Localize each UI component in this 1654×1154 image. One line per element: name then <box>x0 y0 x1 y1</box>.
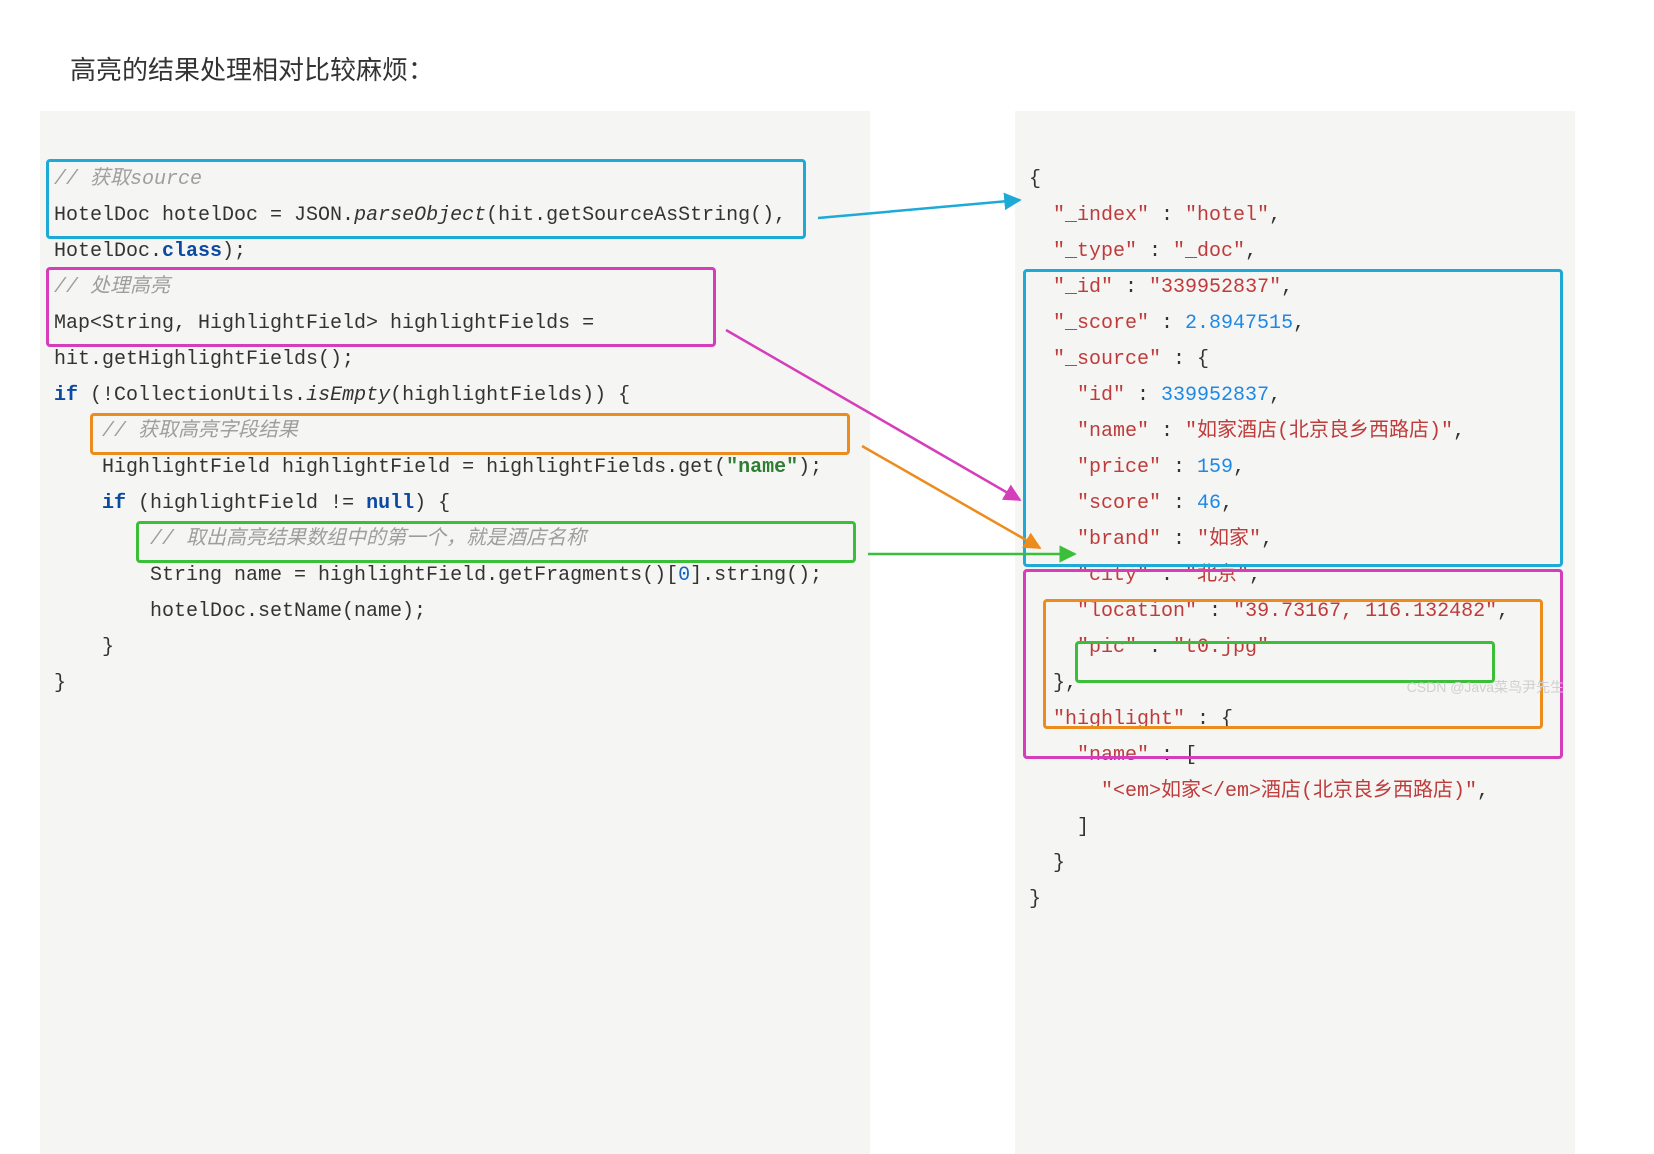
k-source: "_source" <box>1053 348 1161 371</box>
v-sbrand: "如家" <box>1197 528 1261 551</box>
v-score: 2.8947515 <box>1185 312 1293 335</box>
v-sprice: 159 <box>1197 456 1233 479</box>
line-3a: HotelDoc. <box>54 240 162 263</box>
v-scity: "北京" <box>1185 564 1249 587</box>
page-title: 高亮的结果处理相对比较麻烦： <box>70 50 1614 87</box>
json-open: { <box>1029 168 1041 191</box>
v-hlval: "<em>如家</em>酒店(北京良乡西路店)" <box>1101 780 1477 803</box>
k-type: "_type" <box>1053 240 1137 263</box>
v-sname: "如家酒店(北京良乡西路店)" <box>1185 420 1453 443</box>
line-2c: (hit.getSourceAsString(), <box>486 204 786 227</box>
v-spic: "t0.jpg" <box>1173 636 1269 659</box>
json-src-close: }, <box>1053 672 1077 695</box>
line-12c: ].string(); <box>690 564 822 587</box>
line-10a: if <box>102 492 126 515</box>
line-2b: parseObject <box>354 204 486 227</box>
k-sprice: "price" <box>1077 456 1161 479</box>
line-9a: HighlightField highlightField = highligh… <box>102 456 726 479</box>
comment-1: // 获取source <box>54 168 202 191</box>
code-container: // 获取source HotelDoc hotelDoc = JSON.par… <box>40 111 1614 1154</box>
k-highlight: "highlight" <box>1053 708 1185 731</box>
v-type: "_doc" <box>1173 240 1245 263</box>
k-hlname: "name" <box>1077 744 1149 767</box>
comment-3: // 获取高亮字段结果 <box>102 420 298 443</box>
k-id: "_id" <box>1053 276 1113 299</box>
k-sid: "id" <box>1077 384 1125 407</box>
k-scity: "city" <box>1077 564 1149 587</box>
line-10c: null <box>366 492 414 515</box>
line-9b: "name" <box>726 456 798 479</box>
json-close-obj: } <box>1053 852 1065 875</box>
left-code-panel: // 获取source HotelDoc hotelDoc = JSON.par… <box>40 111 870 1154</box>
line-2a: HotelDoc hotelDoc = JSON. <box>54 204 354 227</box>
line-10d: ) { <box>414 492 450 515</box>
k-spic: "pic" <box>1077 636 1137 659</box>
v-sscore: 46 <box>1197 492 1221 515</box>
line-12b: 0 <box>678 564 690 587</box>
line-14: } <box>102 636 114 659</box>
k-sloc: "location" <box>1077 600 1197 623</box>
line-13: hotelDoc.setName(name); <box>150 600 426 623</box>
v-index: "hotel" <box>1185 204 1269 227</box>
line-12a: String name = highlightField.getFragment… <box>150 564 678 587</box>
k-sbrand: "brand" <box>1077 528 1161 551</box>
v-sid: 339952837 <box>1161 384 1269 407</box>
line-9c: ); <box>798 456 822 479</box>
line-3b: class <box>162 240 222 263</box>
k-sscore: "score" <box>1077 492 1161 515</box>
v-id: "339952837" <box>1149 276 1281 299</box>
line-7c: isEmpty <box>306 384 390 407</box>
json-close-br: ] <box>1077 816 1089 839</box>
line-7b: (!CollectionUtils. <box>78 384 306 407</box>
comment-2: // 处理高亮 <box>54 276 170 299</box>
watermark-text: CSDN @Java菜鸟尹先生 <box>1407 677 1564 697</box>
comment-4: // 取出高亮结果数组中的第一个，就是酒店名称 <box>150 528 586 551</box>
line-7d: (highlightFields)) { <box>390 384 630 407</box>
line-15: } <box>54 672 66 695</box>
v-sloc: "39.73167, 116.132482" <box>1233 600 1497 623</box>
k-sname: "name" <box>1077 420 1149 443</box>
k-index: "_index" <box>1053 204 1149 227</box>
line-3c: ); <box>222 240 246 263</box>
line-5: Map<String, HighlightField> highlightFie… <box>54 312 594 335</box>
right-json-panel: { "_index" : "hotel", "_type" : "_doc", … <box>1015 111 1575 1154</box>
json-close-all: } <box>1029 888 1041 911</box>
line-7a: if <box>54 384 78 407</box>
k-score: "_score" <box>1053 312 1149 335</box>
line-6: hit.getHighlightFields(); <box>54 348 354 371</box>
line-10b: (highlightField != <box>126 492 366 515</box>
